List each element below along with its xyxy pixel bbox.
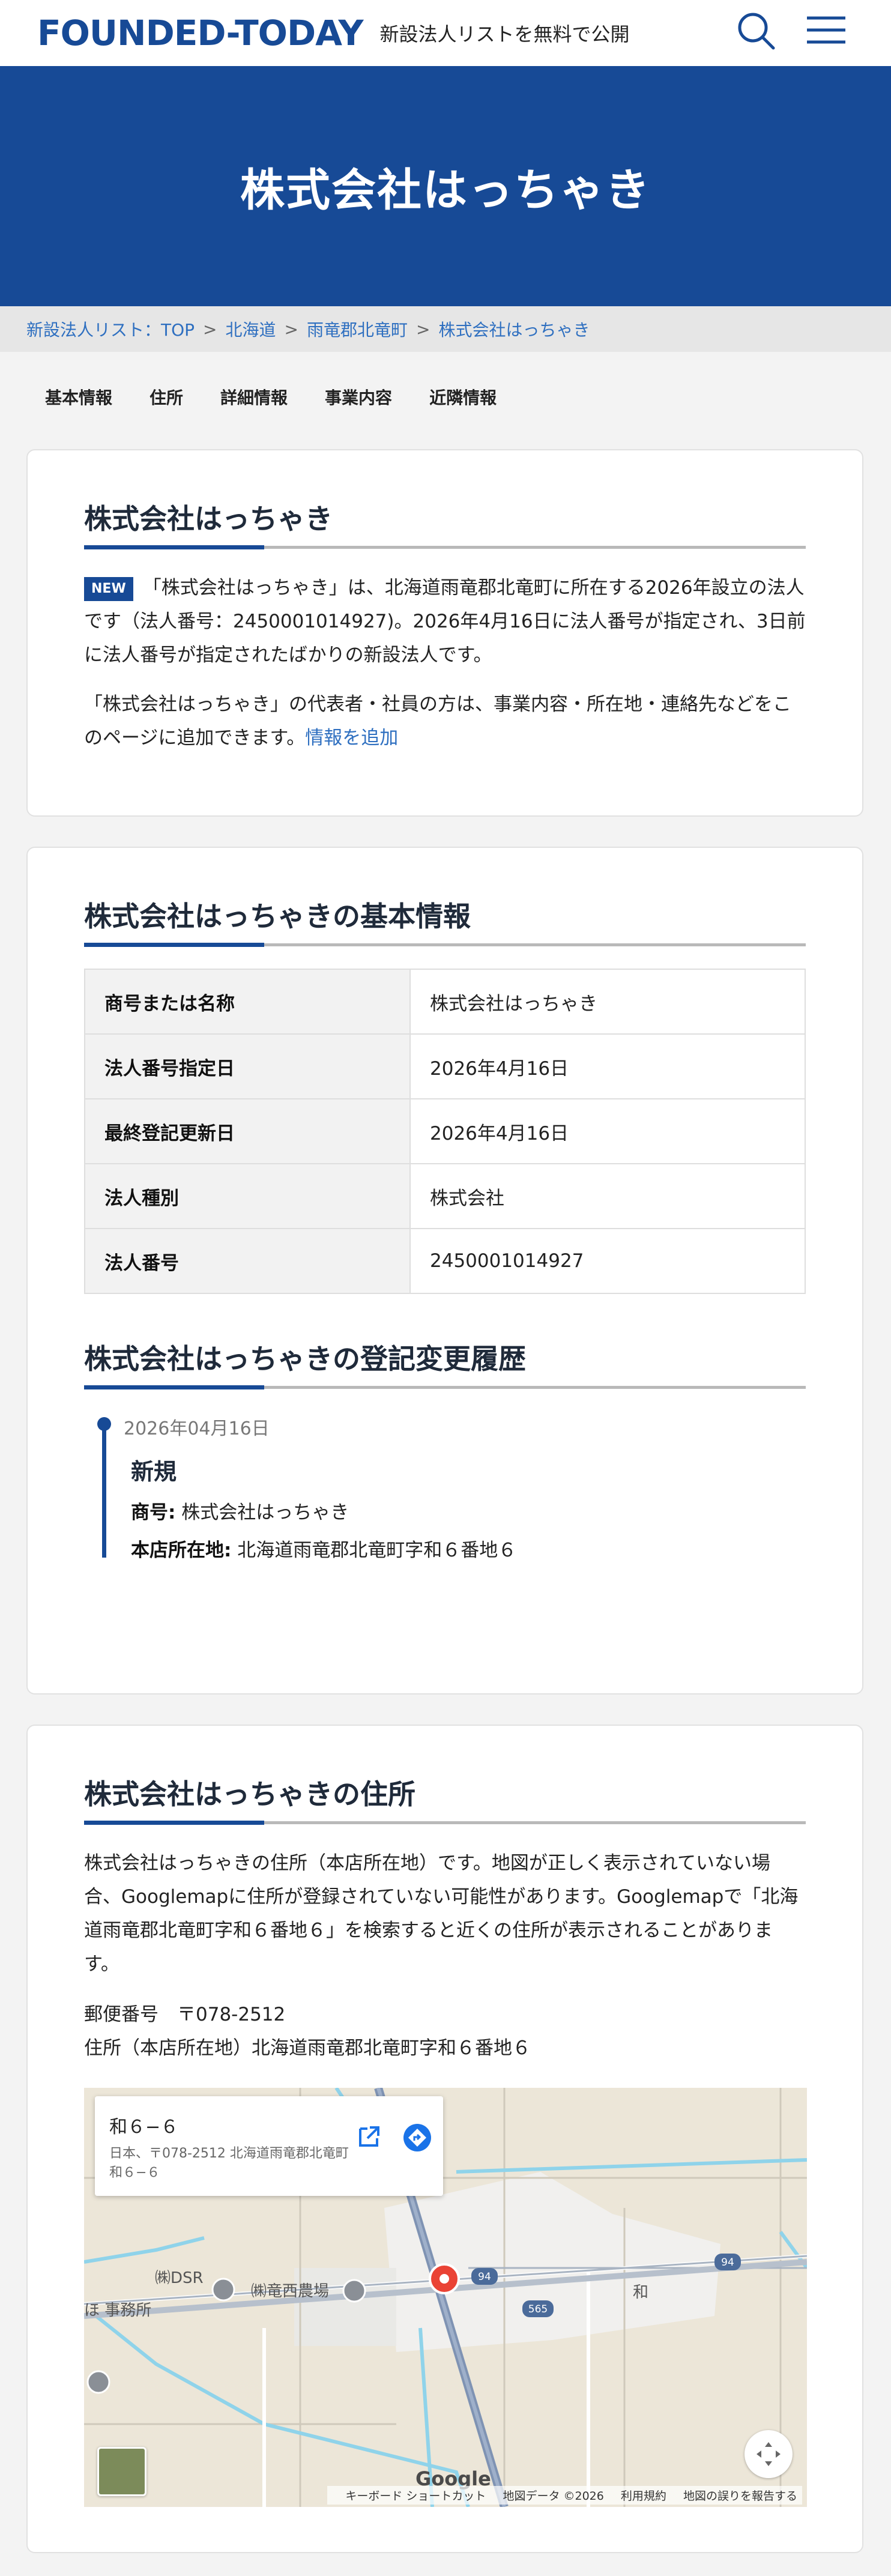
map-footer: キーボード ショートカット 地図データ ©2026 利用規約 地図の誤りを報告す…: [327, 2486, 802, 2505]
breadcrumb: 新設法人リスト：TOP > 北海道 > 雨竜郡北竜町 > 株式会社はっちゃき: [0, 306, 891, 352]
map-footer-report[interactable]: 地図の誤りを報告する: [683, 2490, 797, 2503]
map-label-wa: 和: [633, 2284, 649, 2302]
table-row: 法人番号 2450001014927: [84, 1228, 806, 1294]
route-94-label-a: 94: [478, 2271, 491, 2283]
layers-icon[interactable]: [97, 2447, 146, 2496]
title-underline: [84, 545, 806, 549]
map-label-farm: ㈱竜西農場: [251, 2282, 330, 2300]
row-label: 最終登記更新日: [84, 1098, 411, 1164]
location-pin-icon[interactable]: [429, 2263, 460, 2294]
tab-details[interactable]: 詳細情報: [202, 385, 306, 409]
site-logo[interactable]: FOUNDED-TODAY: [37, 13, 363, 53]
history-timeline: 2026年04月16日 新規 商号: 株式会社はっちゃき 本店所在地: 北海道雨…: [84, 1413, 806, 1562]
history-address-label: 本店所在地:: [131, 1540, 232, 1561]
row-label: 商号または名称: [84, 969, 411, 1035]
row-label: 法人種別: [84, 1163, 411, 1229]
breadcrumb-separator: >: [203, 319, 217, 339]
tab-business[interactable]: 事業内容: [306, 385, 411, 409]
intro-description: 「株式会社はっちゃき」は、北海道雨竜郡北竜町に所在する2026年設立の法人です（…: [84, 577, 806, 666]
map-label-dsr: ㈱DSR: [155, 2269, 204, 2287]
map-footer-shortcuts[interactable]: キーボード ショートカット: [345, 2490, 486, 2503]
search-icon[interactable]: [734, 8, 778, 53]
basic-info-title: 株式会社はっちゃきの基本情報: [84, 900, 471, 933]
fullscreen-icon[interactable]: [745, 2430, 793, 2478]
new-badge: NEW: [84, 576, 133, 601]
title-underline: [84, 1821, 806, 1825]
intro-text: NEW 「株式会社はっちゃき」は、北海道雨竜郡北竜町に所在する2026年設立の法人…: [84, 571, 806, 672]
basic-info-card: 株式会社はっちゃきの基本情報 商号または名称 株式会社はっちゃき 法人番号指定日…: [26, 847, 863, 1695]
address-description: 株式会社はっちゃきの住所（本店所在地）です。地図が正しく表示されていない場合、G…: [84, 1852, 799, 1975]
tab-basic-info[interactable]: 基本情報: [26, 385, 131, 409]
map-place-title: 和６−６: [109, 2117, 179, 2138]
table-row: 最終登記更新日 2026年4月16日: [84, 1098, 806, 1164]
timeline-dot: [97, 1417, 111, 1431]
section-tabs: 基本情報 住所 詳細情報 事業内容 近隣情報: [0, 352, 891, 442]
tab-address[interactable]: 住所: [131, 385, 202, 409]
row-value: 株式会社はっちゃき: [409, 969, 806, 1035]
route-565-label: 565: [528, 2303, 548, 2315]
row-value: 株式会社: [409, 1163, 806, 1229]
intro-card: 株式会社はっちゃき NEW 「株式会社はっちゃき」は、北海道雨竜郡北竜町に所在する…: [26, 449, 863, 817]
open-in-new-icon[interactable]: [354, 2121, 384, 2151]
table-row: 法人種別 株式会社: [84, 1163, 806, 1229]
breadcrumb-separator: >: [284, 319, 298, 339]
basic-info-table: 商号または名称 株式会社はっちゃき 法人番号指定日 2026年4月16日 最終登…: [84, 969, 806, 1294]
intro-owner-note: 「株式会社はっちゃき」の代表者・社員の方は、事業内容・所在地・連絡先などをこのペ…: [84, 694, 791, 749]
map-label-office: ほ 事務所: [84, 2302, 152, 2320]
breadcrumb-separator: >: [416, 319, 430, 339]
route-94-label-b: 94: [721, 2257, 734, 2269]
map-place-address: 日本、〒078-2512 北海道雨竜郡北竜町和６−６: [109, 2146, 349, 2180]
breadcrumb-item-company[interactable]: 株式会社はっちゃき: [438, 317, 590, 341]
row-value: 2026年4月16日: [409, 1098, 806, 1164]
timeline-line: [102, 1420, 106, 1558]
title-underline: [84, 1385, 806, 1389]
top-bar: FOUNDED-TODAY 新設法人リストを無料で公開: [0, 0, 891, 66]
table-row: 商号または名称 株式会社はっちゃき: [84, 969, 806, 1035]
table-row: 法人番号指定日 2026年4月16日: [84, 1033, 806, 1099]
address-title: 株式会社はっちゃきの住所: [84, 1778, 415, 1810]
company-address: 住所（本店所在地）北海道雨竜郡北竜町字和６番地６: [84, 2037, 531, 2059]
map-footer-terms[interactable]: 利用規約: [621, 2490, 666, 2503]
title-underline: [84, 943, 806, 947]
tab-nearby[interactable]: 近隣情報: [411, 385, 515, 409]
intro-title: 株式会社はっちゃき: [84, 503, 333, 535]
intro-add-info-text: 「株式会社はっちゃき」の代表者・社員の方は、事業内容・所在地・連絡先などをこのペ…: [84, 688, 806, 755]
breadcrumb-item-prefecture[interactable]: 北海道: [226, 317, 276, 341]
route-shield-94-b: 94: [714, 2254, 741, 2270]
site-tagline: 新設法人リストを無料で公開: [379, 23, 630, 46]
row-label: 法人番号: [84, 1228, 411, 1294]
row-label: 法人番号指定日: [84, 1033, 411, 1099]
map-footer-data: 地図データ ©2026: [503, 2490, 604, 2503]
history-event: 新規: [131, 1459, 177, 1485]
history-date: 2026年04月16日: [124, 1418, 270, 1439]
row-value: 2026年4月16日: [409, 1033, 806, 1099]
directions-icon[interactable]: [403, 2124, 431, 2151]
breadcrumb-item-town[interactable]: 雨竜郡北竜町: [307, 317, 408, 341]
google-map[interactable]: 94 94 565 ㈱DSR ㈱竜西農場 ほ 事務所 和 和６−６ 日本、〒07…: [84, 2088, 807, 2507]
breadcrumb-item-top[interactable]: 新設法人リスト：TOP: [26, 317, 195, 341]
history-name-label: 商号:: [131, 1502, 176, 1523]
address-card: 株式会社はっちゃきの住所 株式会社はっちゃきの住所（本店所在地）です。地図が正し…: [26, 1725, 863, 2553]
map-place-card: 和６−６ 日本、〒078-2512 北海道雨竜郡北竜町和６−６: [95, 2096, 443, 2196]
row-value: 2450001014927: [409, 1228, 806, 1294]
route-shield-94-a: 94: [471, 2268, 498, 2285]
history-name: 商号: 株式会社はっちゃき: [131, 1497, 806, 1524]
add-info-link[interactable]: 情報を追加: [305, 727, 398, 749]
history-name-value: 株式会社はっちゃき: [181, 1502, 349, 1523]
history-address: 本店所在地: 北海道雨竜郡北竜町字和６番地６: [131, 1535, 806, 1562]
postal-code: 郵便番号 〒078-2512: [84, 2004, 286, 2025]
history-address-value: 北海道雨竜郡北竜町字和６番地６: [237, 1540, 517, 1561]
route-shield-565: 565: [522, 2300, 554, 2317]
page-title: 株式会社はっちゃき: [240, 164, 651, 216]
history-title: 株式会社はっちゃきの登記変更履歴: [84, 1343, 526, 1375]
hero-banner: 株式会社はっちゃき: [0, 66, 891, 306]
menu-icon[interactable]: [805, 10, 849, 54]
